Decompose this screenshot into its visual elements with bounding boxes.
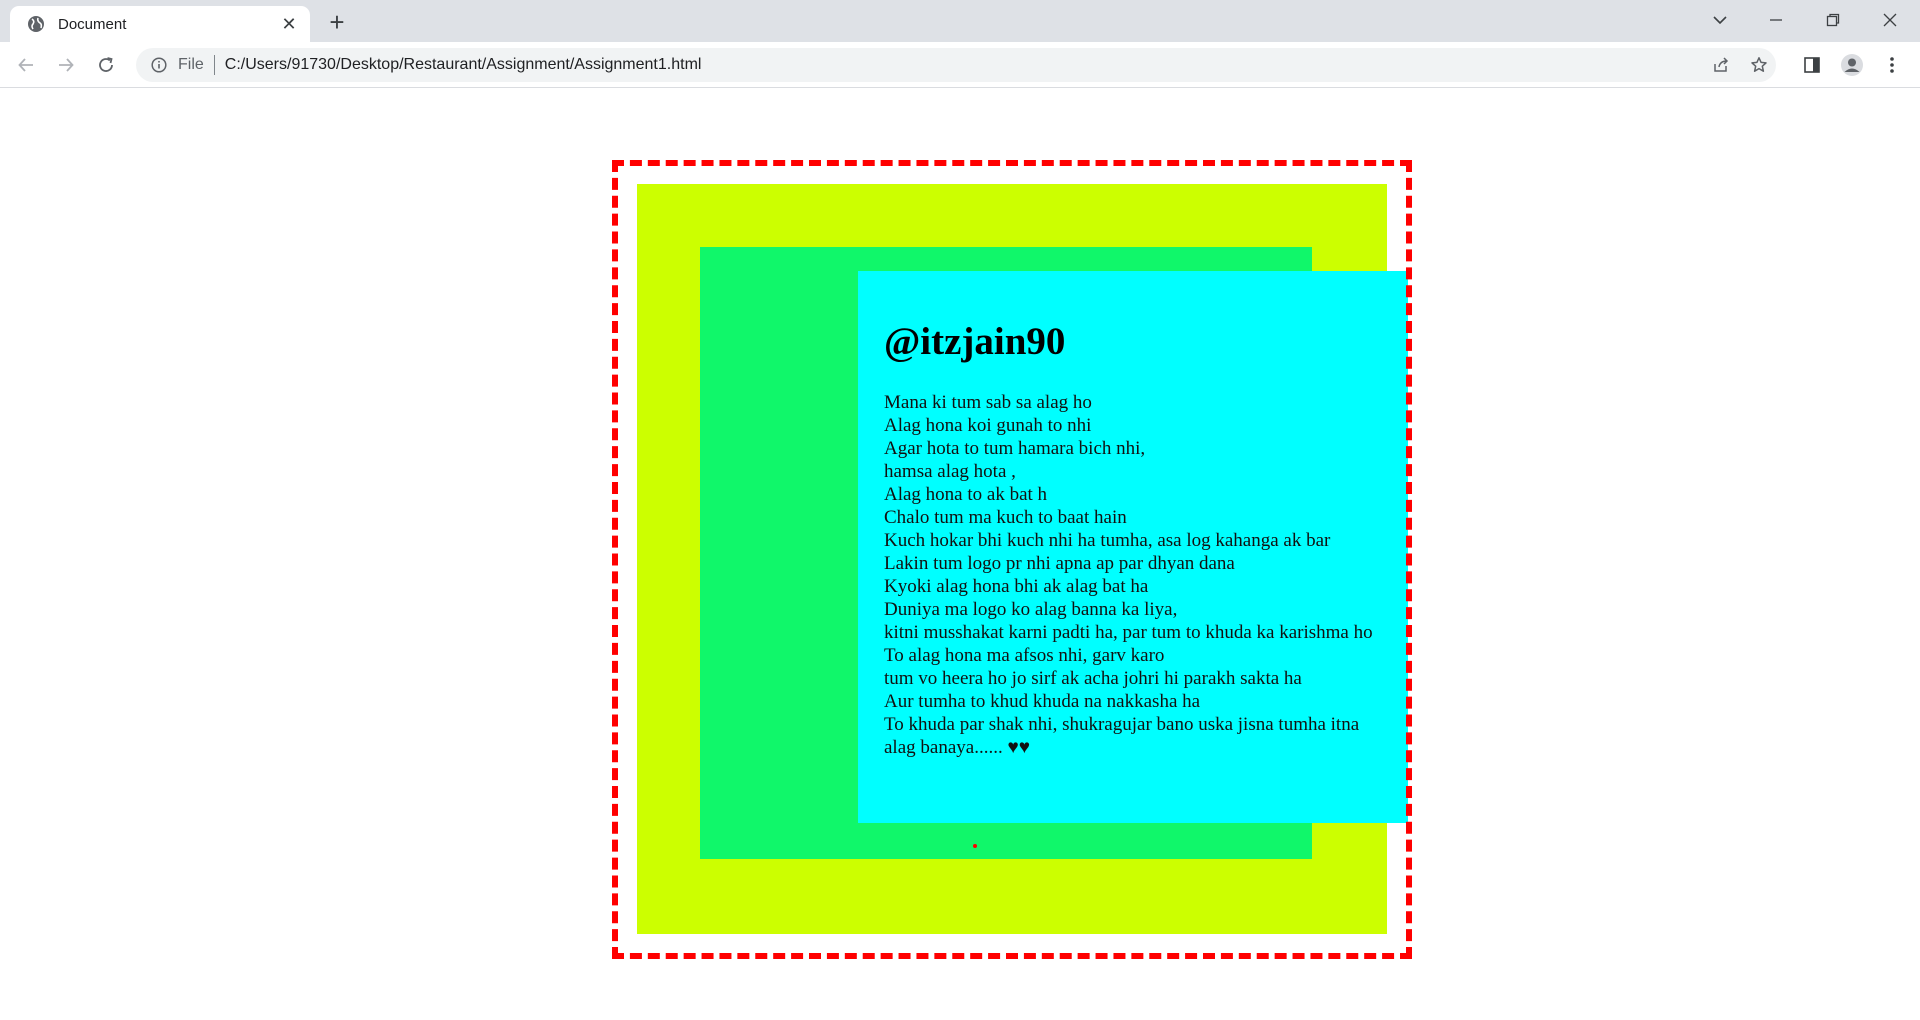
share-icon[interactable] bbox=[1704, 48, 1738, 82]
new-tab-button[interactable]: + bbox=[323, 8, 351, 36]
bookmark-star-icon[interactable] bbox=[1742, 48, 1776, 82]
back-arrow-icon[interactable] bbox=[10, 49, 42, 81]
dashed-border-frame bbox=[612, 160, 1412, 959]
tab-strip: Document ✕ + bbox=[0, 0, 1920, 42]
profile-avatar-icon[interactable] bbox=[1836, 49, 1868, 81]
url-text[interactable]: C:/Users/91730/Desktop/Restaurant/Assign… bbox=[225, 56, 702, 74]
red-dot bbox=[973, 844, 977, 848]
tab-title: Document bbox=[58, 15, 127, 33]
browser-toolbar: File C:/Users/91730/Desktop/Restaurant/A… bbox=[0, 42, 1920, 88]
tab-close-icon[interactable]: ✕ bbox=[278, 13, 300, 35]
page-viewport: @itzjain90 Mana ki tum sab sa alag ho Al… bbox=[0, 89, 1920, 1020]
info-icon[interactable] bbox=[150, 56, 168, 74]
scheme-label: File bbox=[178, 56, 204, 73]
forward-arrow-icon[interactable] bbox=[50, 49, 82, 81]
minimize-icon[interactable] bbox=[1748, 0, 1804, 40]
omnibox-divider bbox=[213, 55, 215, 75]
close-window-icon[interactable] bbox=[1862, 0, 1918, 40]
globe-icon bbox=[26, 14, 46, 34]
side-panel-icon[interactable] bbox=[1796, 49, 1828, 81]
restore-icon[interactable] bbox=[1805, 0, 1861, 40]
browser-tab[interactable]: Document ✕ bbox=[10, 6, 310, 42]
reload-icon[interactable] bbox=[90, 49, 122, 81]
address-bar[interactable]: File C:/Users/91730/Desktop/Restaurant/A… bbox=[136, 48, 1776, 82]
more-menu-icon[interactable] bbox=[1876, 49, 1908, 81]
tab-search-chevron-icon[interactable] bbox=[1692, 0, 1748, 40]
